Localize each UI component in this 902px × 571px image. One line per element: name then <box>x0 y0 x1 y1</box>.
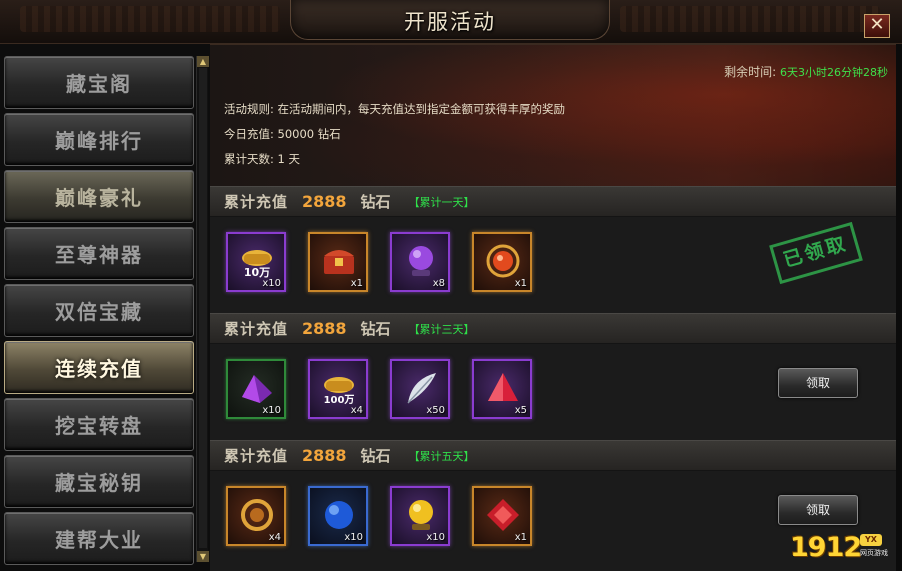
reward-item[interactable]: x50 <box>390 359 450 419</box>
remaining-time-label: 剩余时间: <box>724 65 777 79</box>
reward-item[interactable]: 100万 x4 <box>308 359 368 419</box>
tier-1-rewards: 10万 x10 x1 x8 x1 已领取 <box>210 217 896 313</box>
treasure-chest-icon <box>324 250 354 274</box>
logo-number: 1912 <box>790 532 862 563</box>
item-count: x1 <box>350 278 363 289</box>
feather-icon <box>407 373 436 404</box>
sidebar-item-continuous-recharge[interactable]: 连续充值 <box>4 341 194 394</box>
reward-item[interactable]: x5 <box>472 359 532 419</box>
tier-2-rewards: x10 100万 x4 x50 x5 领取 <box>210 344 896 440</box>
reward-item[interactable]: x10 <box>390 486 450 546</box>
dragon-orb-icon <box>486 244 520 278</box>
reward-item[interactable]: 10万 x10 <box>226 232 286 292</box>
reward-item[interactable]: x1 <box>472 486 532 546</box>
claim-button[interactable]: 领取 <box>778 368 858 398</box>
crystal-ball-icon <box>409 246 433 276</box>
today-recharge-label: 今日充值: <box>224 127 274 141</box>
item-count: x10 <box>262 405 281 416</box>
cumulative-days-value: 1 天 <box>277 152 301 166</box>
site-logo: 1912 YX 网页游戏 <box>790 528 898 568</box>
reward-item[interactable]: x8 <box>390 232 450 292</box>
item-count: x10 <box>426 532 445 543</box>
purple-ore-icon <box>242 375 272 403</box>
sidebar-scrollbar[interactable]: ▲ ▼ <box>196 56 209 562</box>
sidebar-item-treasure-key[interactable]: 藏宝秘钥 <box>4 455 194 508</box>
claim-button[interactable]: 领取 <box>778 495 858 525</box>
title-bar: 开服活动 ✕ <box>0 0 902 44</box>
item-count: x4 <box>268 532 281 543</box>
activity-banner: 剩余时间: 6天3小时26分钟28秒 活动规则: 在活动期间内，每天充值达到指定… <box>210 44 896 186</box>
tier-unit: 钻石 <box>360 320 391 338</box>
red-gem-square-icon <box>487 499 519 531</box>
blue-orb-icon <box>325 501 353 529</box>
item-count: x10 <box>344 532 363 543</box>
activity-rules: 活动规则: 在活动期间内，每天充值达到指定金额可获得丰厚的奖励 今日充值: 50… <box>224 97 565 172</box>
dragon-ring-icon <box>241 499 273 531</box>
red-gem-triangle-icon <box>488 373 518 401</box>
sidebar-item-supreme-artifact[interactable]: 至尊神器 <box>4 227 194 280</box>
scroll-down-arrow-icon[interactable]: ▼ <box>197 551 209 562</box>
item-count: x10 <box>262 278 281 289</box>
gold-ingot-100w-icon: 100万 <box>324 377 354 406</box>
sidebar-item-dig-wheel[interactable]: 挖宝转盘 <box>4 398 194 451</box>
tier-amount: 2888 <box>302 319 347 338</box>
tier-amount: 2888 <box>302 192 347 211</box>
item-count: x8 <box>432 278 445 289</box>
sidebar-item-treasure-pavilion[interactable]: 藏宝阁 <box>4 56 194 109</box>
golden-orb-icon <box>409 500 433 530</box>
reward-item[interactable]: x10 <box>226 359 286 419</box>
tier-unit: 钻石 <box>360 447 391 465</box>
title-ornament-right <box>620 6 880 32</box>
tier-3-header: 累计充值 2888 钻石 【累计五天】 <box>210 440 896 471</box>
sidebar-item-double-treasure[interactable]: 双倍宝藏 <box>4 284 194 337</box>
reward-item[interactable]: x1 <box>308 232 368 292</box>
logo-subtitle: 网页游戏 <box>860 549 888 557</box>
sidebar: 藏宝阁 巅峰排行 巅峰豪礼 至尊神器 双倍宝藏 连续充值 挖宝转盘 藏宝秘钥 建… <box>0 44 210 571</box>
reward-item[interactable]: x10 <box>308 486 368 546</box>
remaining-time: 剩余时间: 6天3小时26分钟28秒 <box>724 63 888 80</box>
sidebar-item-guild-building[interactable]: 建帮大业 <box>4 512 194 565</box>
tier-label: 累计充值 <box>224 447 289 465</box>
remaining-time-value: 6天3小时26分钟28秒 <box>780 66 888 79</box>
tier-day-tag: 【累计三天】 <box>408 322 475 336</box>
item-count: x50 <box>426 405 445 416</box>
close-button[interactable]: ✕ <box>864 14 890 38</box>
item-count: x1 <box>514 532 527 543</box>
scroll-up-arrow-icon[interactable]: ▲ <box>197 56 209 67</box>
cumulative-days-label: 累计天数: <box>224 152 274 166</box>
item-count: x1 <box>514 278 527 289</box>
title-ornament-left <box>20 6 280 32</box>
logo-badge: YX <box>860 534 882 546</box>
reward-item[interactable]: x4 <box>226 486 286 546</box>
sidebar-item-peak-ranking[interactable]: 巅峰排行 <box>4 113 194 166</box>
sidebar-item-peak-gift[interactable]: 巅峰豪礼 <box>4 170 194 223</box>
tier-amount: 2888 <box>302 446 347 465</box>
tier-day-tag: 【累计一天】 <box>408 195 475 209</box>
tier-label: 累计充值 <box>224 193 289 211</box>
today-recharge-value: 50000 钻石 <box>277 127 341 141</box>
gold-ingot-10w-icon: 10万 <box>242 250 272 279</box>
tier-1-header: 累计充值 2888 钻石 【累计一天】 <box>210 186 896 217</box>
window-title: 开服活动 <box>404 10 496 34</box>
tier-day-tag: 【累计五天】 <box>408 449 475 463</box>
item-count: x5 <box>514 405 527 416</box>
rule-label: 活动规则: <box>224 102 274 116</box>
tier-unit: 钻石 <box>360 193 391 211</box>
scroll-track[interactable] <box>199 68 207 548</box>
claimed-stamp: 已领取 <box>769 221 863 285</box>
tier-label: 累计充值 <box>224 320 289 338</box>
tier-2-header: 累计充值 2888 钻石 【累计三天】 <box>210 313 896 344</box>
item-count: x4 <box>350 405 363 416</box>
rule-text: 在活动期间内，每天充值达到指定金额可获得丰厚的奖励 <box>277 102 566 116</box>
reward-item[interactable]: x1 <box>472 232 532 292</box>
